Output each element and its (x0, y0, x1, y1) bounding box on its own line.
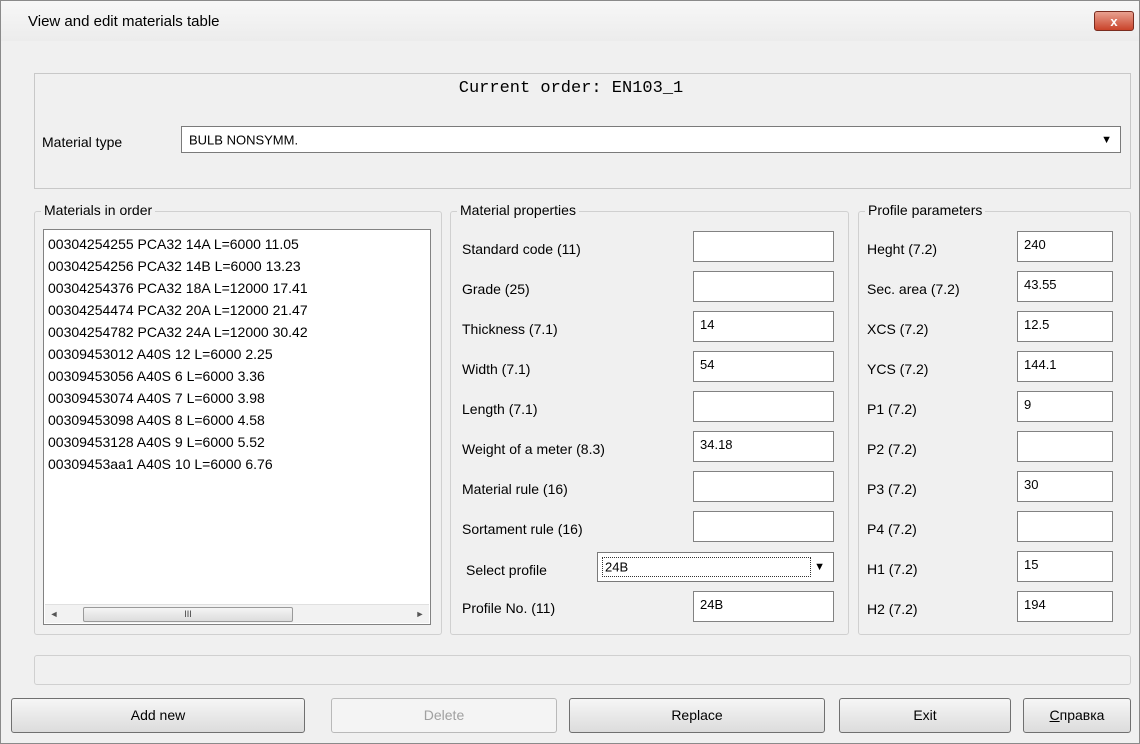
materials-list[interactable]: 00304254255 PCA32 14A L=6000 11.05 003042… (43, 229, 431, 625)
dropdown-arrow-icon: ▼ (1101, 133, 1112, 146)
profile-param-field[interactable]: 30 (1017, 471, 1113, 502)
property-field[interactable] (693, 511, 834, 542)
dropdown-arrow-icon: ▼ (814, 561, 825, 573)
property-label: Thickness (7.1) (462, 321, 558, 337)
profile-param-label: Sec. area (7.2) (867, 281, 960, 297)
profile-param-label: H1 (7.2) (867, 561, 918, 577)
list-item[interactable]: 00309453aa1 A40S 10 L=6000 6.76 (48, 456, 273, 472)
property-label: Grade (25) (462, 281, 530, 297)
title-bar: View and edit materials table x (1, 1, 1139, 41)
list-item[interactable]: 00304254255 PCA32 14A L=6000 11.05 (48, 236, 299, 252)
delete-button[interactable]: Delete (331, 698, 557, 733)
close-button[interactable]: x (1094, 11, 1134, 31)
material-type-value: BULB NONSYMM. (189, 132, 299, 147)
property-value: 14 (700, 317, 715, 332)
property-value: 34.18 (700, 437, 733, 452)
profile-param-field[interactable]: 194 (1017, 591, 1113, 622)
help-label: Справка (1049, 707, 1105, 723)
property-label: Weight of a meter (8.3) (462, 441, 605, 457)
property-field[interactable] (693, 231, 834, 262)
property-label: Sortament rule (16) (462, 521, 583, 537)
properties-legend: Material properties (457, 202, 579, 218)
materials-dialog: View and edit materials table x Current … (0, 0, 1140, 744)
material-type-select[interactable]: BULB NONSYMM. ▼ (181, 126, 1121, 153)
profile-param-field[interactable]: 240 (1017, 231, 1113, 262)
profile-no-value: 24B (700, 597, 724, 612)
property-field[interactable]: 14 (693, 311, 834, 342)
profile-param-label: P2 (7.2) (867, 441, 917, 457)
focus-outline (602, 557, 811, 577)
list-item[interactable]: 00304254256 PCA32 14B L=6000 13.23 (48, 258, 301, 274)
material-type-label: Material type (42, 134, 123, 150)
add-new-button[interactable]: Add new (11, 698, 305, 733)
property-field[interactable] (693, 471, 834, 502)
current-order-title: Current order: EN103_1 (458, 79, 684, 98)
profile-param-label: YCS (7.2) (867, 361, 929, 377)
list-item[interactable]: 00309453074 A40S 7 L=6000 3.98 (48, 390, 265, 406)
profile-param-field[interactable]: 9 (1017, 391, 1113, 422)
profile-param-field[interactable]: 144.1 (1017, 351, 1113, 382)
list-item[interactable]: 00309453056 A40S 6 L=6000 3.36 (48, 368, 265, 384)
property-label: Material rule (16) (462, 481, 568, 497)
profile-param-label: XCS (7.2) (867, 321, 929, 337)
scroll-right-icon[interactable]: ► (411, 605, 429, 623)
scroll-thumb[interactable]: III (83, 607, 293, 622)
profile-param-field[interactable]: 12.5 (1017, 311, 1113, 342)
profile-param-value: 43.55 (1024, 277, 1057, 292)
profile-param-label: P1 (7.2) (867, 401, 917, 417)
list-item[interactable]: 00309453128 A40S 9 L=6000 5.52 (48, 434, 265, 450)
profile-param-value: 15 (1024, 557, 1039, 572)
property-value: 54 (700, 357, 715, 372)
close-icon: x (1110, 14, 1118, 29)
profile-param-value: 12.5 (1024, 317, 1050, 332)
profile-param-label: H2 (7.2) (867, 601, 918, 617)
list-item[interactable]: 00309453098 A40S 8 L=6000 4.58 (48, 412, 265, 428)
property-field[interactable]: 54 (693, 351, 834, 382)
profile-param-label: P3 (7.2) (867, 481, 917, 497)
profile-param-value: 144.1 (1024, 357, 1057, 372)
profile-param-field[interactable] (1017, 431, 1113, 462)
list-item[interactable]: 00304254782 PCA32 24A L=12000 30.42 (48, 324, 308, 340)
profile-param-field[interactable]: 15 (1017, 551, 1113, 582)
profile-param-label: P4 (7.2) (867, 521, 917, 537)
profile-param-field[interactable] (1017, 511, 1113, 542)
list-item[interactable]: 00309453012 A40S 12 L=6000 2.25 (48, 346, 273, 362)
help-button[interactable]: Справка (1023, 698, 1131, 733)
profile-param-label: Heght (7.2) (867, 241, 938, 257)
list-item[interactable]: 00304254474 PCA32 20A L=12000 21.47 (48, 302, 308, 318)
property-label: Length (7.1) (462, 401, 538, 417)
scroll-left-icon[interactable]: ◄ (45, 605, 63, 623)
property-field[interactable]: 34.18 (693, 431, 834, 462)
profile-param-value: 9 (1024, 397, 1032, 412)
property-label: Width (7.1) (462, 361, 531, 377)
select-profile-label: Select profile (466, 562, 547, 578)
window-title: View and edit materials table (28, 13, 220, 30)
profile-param-value: 30 (1024, 477, 1039, 492)
materials-legend: Materials in order (41, 202, 156, 218)
profile-legend: Profile parameters (865, 202, 986, 218)
profile-param-value: 240 (1024, 237, 1046, 252)
property-label: Standard code (11) (462, 241, 581, 257)
list-item[interactable]: 00304254376 PCA32 18A L=12000 17.41 (48, 280, 308, 296)
exit-button[interactable]: Exit (839, 698, 1011, 733)
property-field[interactable] (693, 271, 834, 302)
profile-no-label: Profile No. (11) (462, 600, 556, 616)
replace-button[interactable]: Replace (569, 698, 825, 733)
status-bar (34, 655, 1131, 685)
property-field[interactable] (693, 391, 834, 422)
select-profile-dropdown[interactable]: 24B ▼ (597, 552, 834, 582)
profile-param-field[interactable]: 43.55 (1017, 271, 1113, 302)
profile-param-value: 194 (1024, 597, 1046, 612)
select-profile-value: 24B (605, 559, 629, 575)
horizontal-scrollbar[interactable]: ◄ III ► (45, 604, 429, 623)
profile-no-field[interactable]: 24B (693, 591, 834, 622)
